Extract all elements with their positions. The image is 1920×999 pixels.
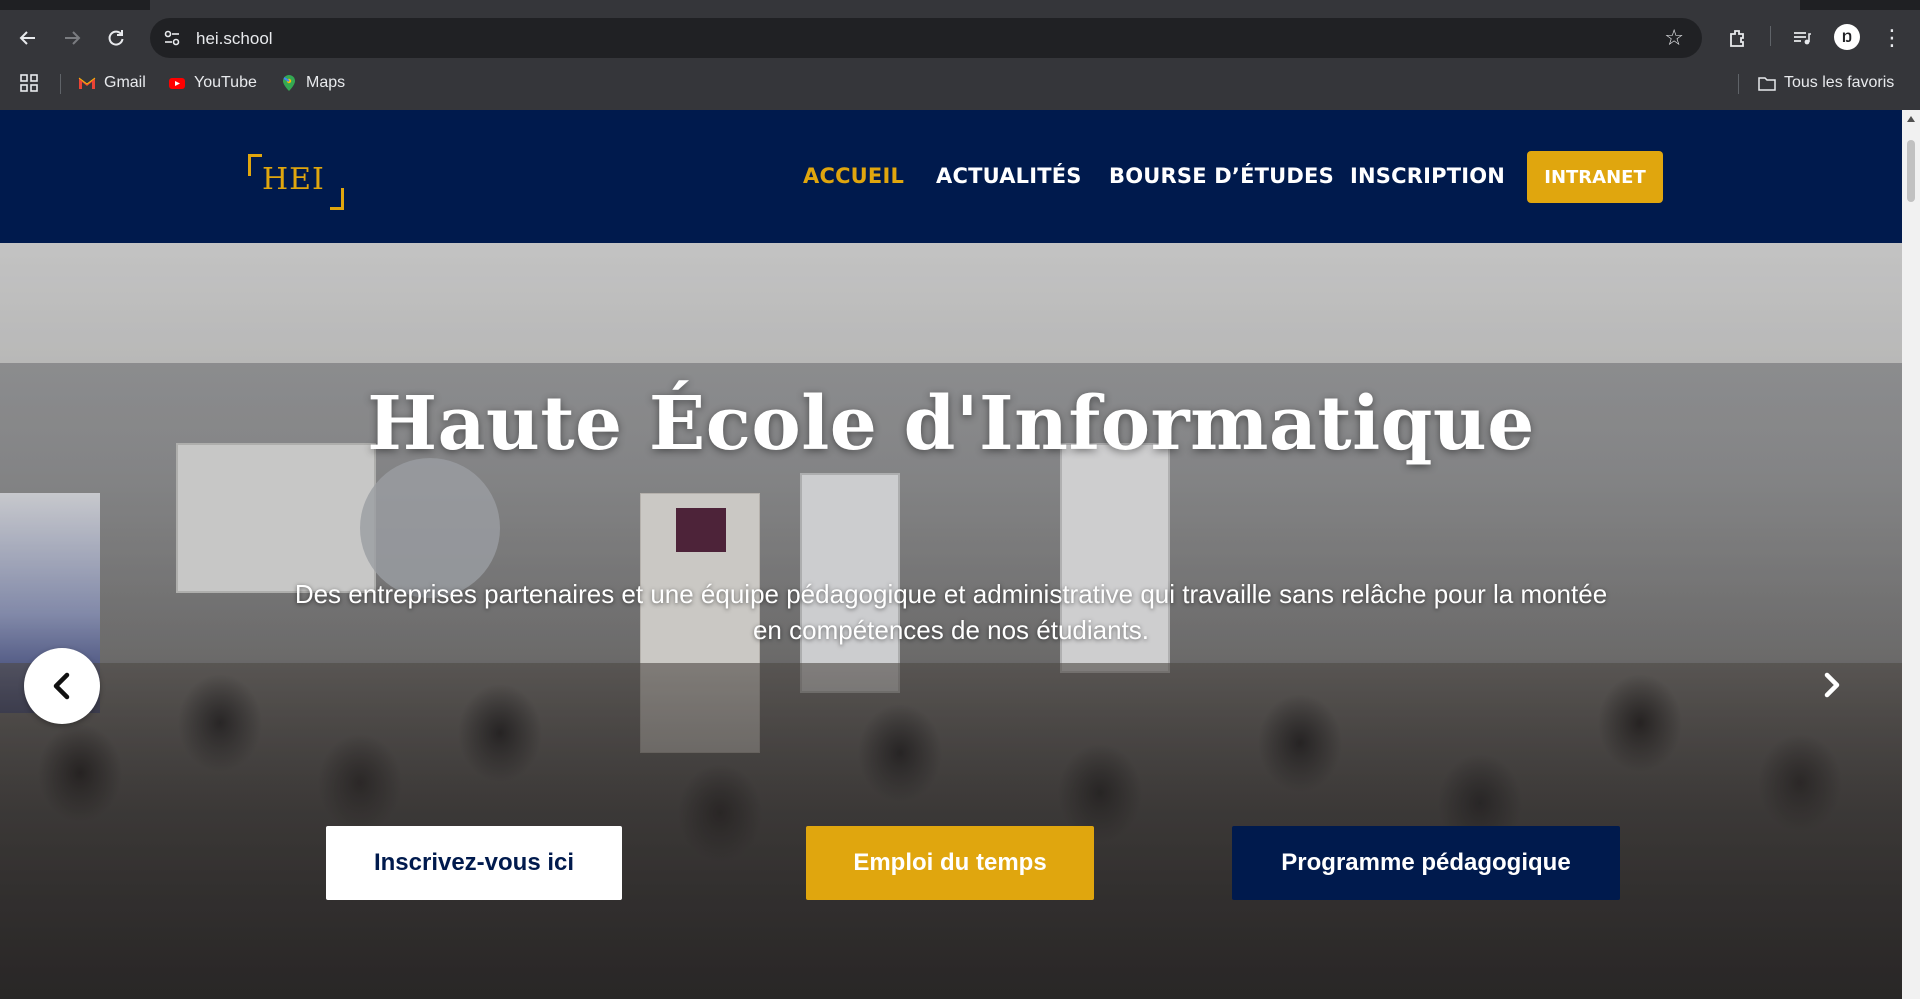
youtube-icon [169, 78, 185, 89]
logo-text: HEI [262, 162, 325, 197]
tab-strip [0, 0, 1920, 10]
back-button[interactable] [12, 22, 44, 54]
hero-title: Haute École d'Informatique [367, 381, 1535, 467]
reload-icon [108, 30, 124, 46]
extensions-icon[interactable] [1722, 22, 1754, 54]
nav-inscription[interactable]: INSCRIPTION [1350, 164, 1505, 194]
nav-accueil[interactable]: ACCUEIL [803, 164, 904, 194]
page-scrollbar[interactable] [1902, 110, 1920, 999]
web-page: HEI ACCUEIL ACTUALITÉS BOURSE D’ÉTUDES I… [0, 110, 1902, 999]
bookmark-youtube[interactable]: YouTube [168, 72, 257, 94]
address-bar[interactable]: hei.school ☆ [150, 18, 1702, 58]
url-text[interactable]: hei.school [196, 29, 273, 49]
more-menu-icon[interactable]: ⋮ [1876, 22, 1908, 54]
arrow-left-icon [19, 31, 35, 45]
program-button[interactable]: Programme pédagogique [1232, 826, 1620, 900]
bookmark-gmail[interactable]: Gmail [78, 72, 146, 94]
scrollbar-thumb[interactable] [1907, 140, 1915, 202]
hero-carousel: Haute École d'Informatique Des entrepris… [0, 243, 1902, 999]
chevron-left-icon [53, 672, 70, 700]
browser-chrome: hei.school ☆ Ŋ ⋮ Gmail YouTube Maps Tous… [0, 0, 1920, 110]
bookmark-label: Maps [306, 74, 346, 91]
bookmarks-bar: Gmail YouTube Maps Tous les favoris [0, 68, 1920, 98]
bookmark-label: YouTube [194, 74, 257, 91]
carousel-next-button[interactable] [1810, 663, 1854, 707]
register-button[interactable]: Inscrivez-vous ici [326, 826, 622, 900]
site-header: HEI ACCUEIL ACTUALITÉS BOURSE D’ÉTUDES I… [0, 110, 1902, 243]
nav-bourse-etudes[interactable]: BOURSE D’ÉTUDES [1109, 164, 1334, 194]
apps-icon[interactable] [20, 72, 38, 94]
bookmark-label: Gmail [104, 74, 146, 91]
chevron-right-icon [1824, 672, 1840, 698]
scroll-up-icon[interactable] [1907, 116, 1915, 122]
browser-toolbar: hei.school ☆ Ŋ ⋮ [0, 14, 1920, 62]
reload-button[interactable] [100, 22, 132, 54]
gmail-icon [78, 77, 96, 89]
arrow-right-icon [65, 31, 81, 45]
all-bookmarks-label: Tous les favoris [1784, 74, 1895, 91]
forward-button[interactable] [56, 22, 88, 54]
maps-icon [283, 75, 295, 91]
carousel-prev-button[interactable] [24, 648, 100, 724]
folder-icon [1758, 77, 1776, 91]
profile-avatar[interactable]: Ŋ [1834, 24, 1860, 50]
site-info-icon[interactable] [162, 28, 182, 48]
bookmark-star-icon[interactable]: ☆ [1664, 25, 1684, 51]
hei-logo[interactable]: HEI [248, 154, 344, 210]
all-bookmarks[interactable]: Tous les favoris [1758, 72, 1894, 94]
bookmark-maps[interactable]: Maps [280, 72, 345, 94]
hero-subtitle: Des entreprises partenaires et une équip… [294, 579, 1608, 645]
nav-actualites[interactable]: ACTUALITÉS [936, 164, 1082, 194]
media-control-icon[interactable] [1786, 22, 1818, 54]
schedule-button[interactable]: Emploi du temps [806, 826, 1094, 900]
intranet-button[interactable]: INTRANET [1527, 151, 1663, 203]
